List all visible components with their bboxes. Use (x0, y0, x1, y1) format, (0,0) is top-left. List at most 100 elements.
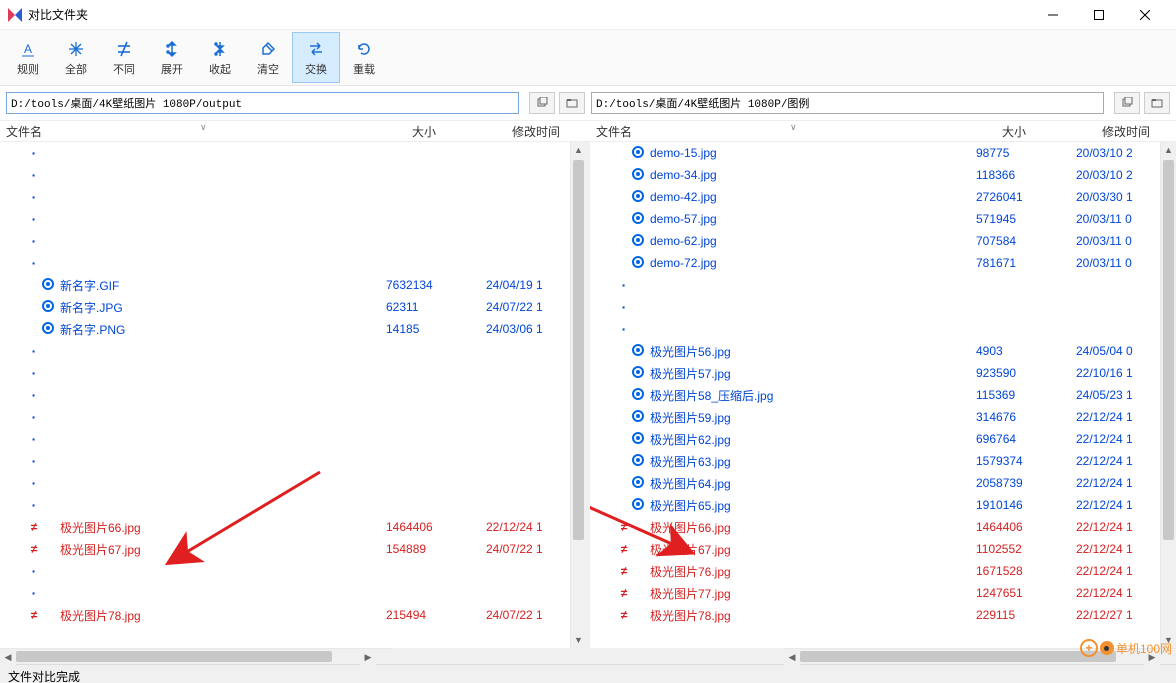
scroll-down-icon[interactable]: ▼ (571, 632, 586, 648)
left-scrollbar[interactable]: ▲ ▼ (570, 142, 586, 648)
file-row[interactable]: ≠极光图片76.jpg167152822/12/24 1 (590, 560, 1160, 582)
scroll-up-icon[interactable]: ▲ (571, 142, 586, 158)
hscroll-thumb[interactable] (16, 651, 332, 662)
file-row[interactable]: ≠极光图片78.jpg22911522/12/27 1 (590, 604, 1160, 626)
file-row[interactable]: · (590, 318, 1160, 340)
maximize-button[interactable] (1076, 0, 1122, 30)
file-date: 22/12/27 1 (1076, 608, 1160, 622)
file-row[interactable]: 新名字.JPG6231124/07/22 1 (0, 296, 570, 318)
scroll-up-icon[interactable]: ▲ (1161, 142, 1176, 158)
file-row[interactable]: · (0, 450, 570, 472)
file-row[interactable]: · (0, 362, 570, 384)
target-file-icon (42, 322, 56, 336)
file-name: 极光图片66.jpg (650, 519, 976, 536)
file-row[interactable]: 极光图片59.jpg31467622/12/24 1 (590, 406, 1160, 428)
file-row[interactable]: ≠极光图片67.jpg15488924/07/22 1 (0, 538, 570, 560)
file-row[interactable]: · (0, 252, 570, 274)
file-row[interactable]: · (0, 208, 570, 230)
file-row[interactable]: 极光图片58_压缩后.jpg11536924/05/23 1 (590, 384, 1160, 406)
file-row[interactable]: · (0, 560, 570, 582)
file-row[interactable]: · (590, 296, 1160, 318)
right-path-input[interactable] (591, 92, 1104, 114)
hscroll-thumb[interactable] (800, 651, 1116, 662)
file-size: 154889 (386, 542, 486, 556)
target-file-icon (632, 388, 646, 402)
file-row[interactable]: · (0, 384, 570, 406)
file-row[interactable]: 极光图片65.jpg191014622/12/24 1 (590, 494, 1160, 516)
file-row[interactable]: ≠极光图片66.jpg146440622/12/24 1 (0, 516, 570, 538)
toolbar-expand-button[interactable]: 展开 (148, 32, 196, 83)
file-row[interactable]: · (0, 340, 570, 362)
file-row[interactable]: · (0, 142, 570, 164)
diff-marker-icon: ≠ (618, 564, 630, 578)
toolbar-collapse-button[interactable]: 收起 (196, 32, 244, 83)
file-row[interactable]: · (0, 164, 570, 186)
file-row[interactable]: · (0, 494, 570, 516)
file-row[interactable]: · (0, 582, 570, 604)
left-hscroll[interactable]: ◀ ▶ (0, 648, 392, 664)
right-file-list[interactable]: demo-15.jpg9877520/03/10 2demo-34.jpg118… (590, 142, 1160, 648)
dot-marker-icon: · (618, 324, 630, 334)
right-scrollbar[interactable]: ▲ ▼ (1160, 142, 1176, 648)
close-button[interactable] (1122, 0, 1168, 30)
target-file-icon (632, 498, 646, 512)
scroll-thumb[interactable] (1163, 160, 1174, 540)
toolbar-label: 全部 (65, 61, 87, 77)
left-col-date[interactable]: 修改时间 (506, 121, 586, 141)
left-file-list[interactable]: ······新名字.GIF763213424/04/19 1新名字.JPG623… (0, 142, 570, 648)
right-col-size[interactable]: 大小 (996, 121, 1096, 141)
file-row[interactable]: 极光图片56.jpg490324/05/04 0 (590, 340, 1160, 362)
left-col-size[interactable]: 大小 (406, 121, 506, 141)
right-col-date[interactable]: 修改时间 (1096, 121, 1176, 141)
sort-indicator-icon: ∨ (790, 122, 797, 133)
scroll-thumb[interactable] (573, 160, 584, 540)
toolbar-swap-button[interactable]: 交换 (292, 32, 340, 83)
file-row[interactable]: 新名字.GIF763213424/04/19 1 (0, 274, 570, 296)
toolbar-rules-button[interactable]: A规则 (4, 32, 52, 83)
file-name: 极光图片76.jpg (650, 563, 976, 580)
file-date: 22/12/24 1 (1076, 498, 1160, 512)
toolbar-diff-button[interactable]: 不同 (100, 32, 148, 83)
left-path-input[interactable] (6, 92, 519, 114)
file-size: 2058739 (976, 476, 1076, 490)
file-date: 20/03/11 0 (1076, 256, 1160, 270)
file-size: 118366 (976, 168, 1076, 182)
scroll-left-icon[interactable]: ◀ (0, 649, 16, 665)
file-name: 极光图片59.jpg (650, 409, 976, 426)
toolbar-clear-button[interactable]: 清空 (244, 32, 292, 83)
file-row[interactable]: demo-72.jpg78167120/03/11 0 (590, 252, 1160, 274)
file-row[interactable]: demo-57.jpg57194520/03/11 0 (590, 208, 1160, 230)
file-row[interactable]: ≠极光图片66.jpg146440622/12/24 1 (590, 516, 1160, 538)
file-row[interactable]: 极光图片63.jpg157937422/12/24 1 (590, 450, 1160, 472)
minimize-button[interactable] (1030, 0, 1076, 30)
file-row[interactable]: demo-62.jpg70758420/03/11 0 (590, 230, 1160, 252)
file-row[interactable]: ≠极光图片77.jpg124765122/12/24 1 (590, 582, 1160, 604)
file-row[interactable]: ≠极光图片78.jpg21549424/07/22 1 (0, 604, 570, 626)
right-copy-path-button[interactable] (1114, 92, 1140, 114)
file-row[interactable]: demo-34.jpg11836620/03/10 2 (590, 164, 1160, 186)
file-row[interactable]: demo-42.jpg272604120/03/30 1 (590, 186, 1160, 208)
file-row[interactable]: 极光图片57.jpg92359022/10/16 1 (590, 362, 1160, 384)
file-row[interactable]: · (0, 472, 570, 494)
toolbar-all-button[interactable]: 全部 (52, 32, 100, 83)
right-browse-button[interactable] (1144, 92, 1170, 114)
target-file-icon (632, 454, 646, 468)
file-row[interactable]: · (0, 428, 570, 450)
file-row[interactable]: 极光图片62.jpg69676422/12/24 1 (590, 428, 1160, 450)
file-row[interactable]: · (0, 230, 570, 252)
file-row[interactable]: · (0, 186, 570, 208)
file-row[interactable]: · (0, 406, 570, 428)
toolbar-reload-button[interactable]: 重载 (340, 32, 388, 83)
left-copy-path-button[interactable] (529, 92, 555, 114)
file-date: 22/12/24 1 (1076, 520, 1160, 534)
file-row[interactable]: ≠极光图片67.jpg110255222/12/24 1 (590, 538, 1160, 560)
file-row[interactable]: 新名字.PNG1418524/03/06 1 (0, 318, 570, 340)
dot-marker-icon: · (618, 302, 630, 312)
scroll-right-icon[interactable]: ▶ (360, 649, 376, 665)
scroll-left-icon[interactable]: ◀ (784, 649, 800, 665)
file-row[interactable]: 极光图片64.jpg205873922/12/24 1 (590, 472, 1160, 494)
target-file-icon (632, 432, 646, 446)
file-row[interactable]: · (590, 274, 1160, 296)
file-row[interactable]: demo-15.jpg9877520/03/10 2 (590, 142, 1160, 164)
left-browse-button[interactable] (559, 92, 585, 114)
